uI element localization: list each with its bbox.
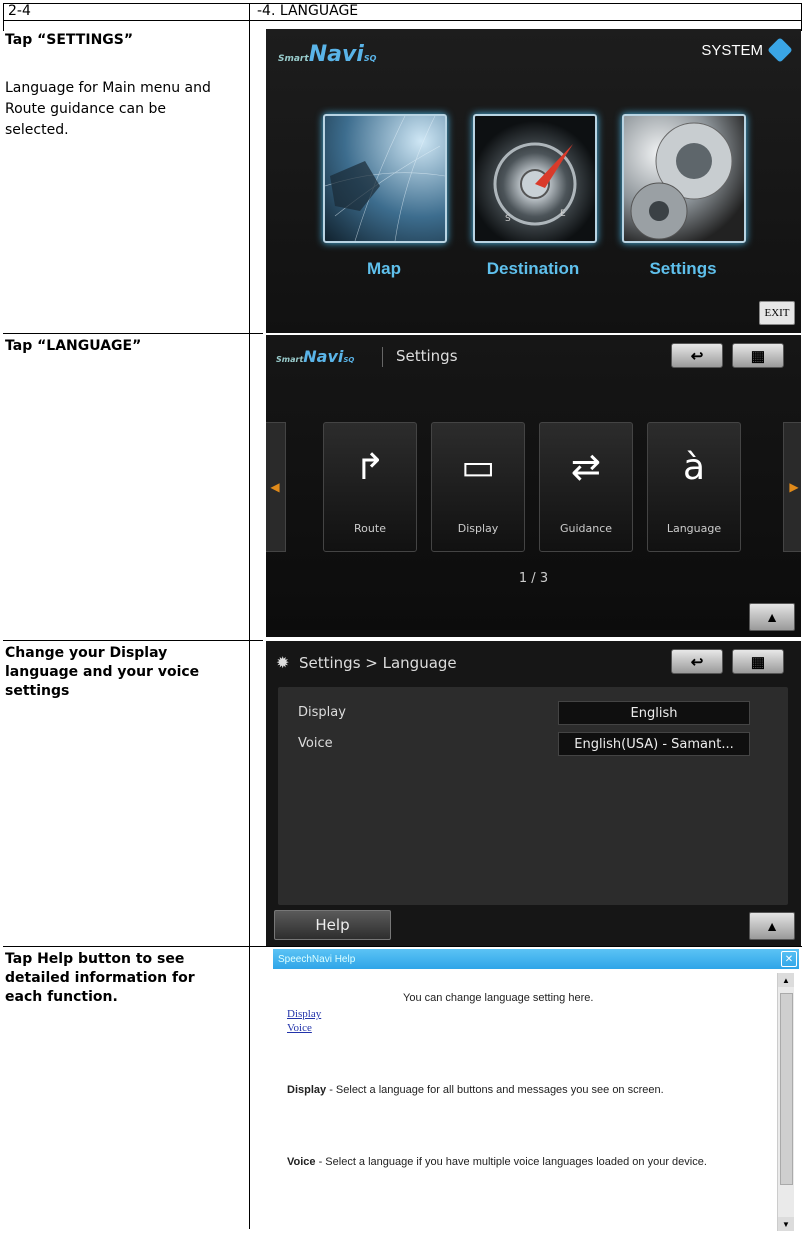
- step-title: Tap Help button to see detailed informat…: [5, 951, 195, 1005]
- display-help-text: Display - Select a language for all butt…: [287, 1084, 664, 1096]
- back-icon: ↩: [690, 347, 704, 365]
- gear-icon: [630, 122, 733, 240]
- compass-icon: SE: [493, 142, 577, 226]
- help-button[interactable]: Help: [274, 910, 391, 940]
- header-divider: [382, 347, 383, 367]
- smartnavi-logo: SmartNaviSQ: [276, 347, 355, 366]
- close-icon: ✕: [784, 953, 794, 965]
- table-border-left: [3, 3, 4, 31]
- page-indicator: 1 / 3: [518, 571, 549, 586]
- settings-screen: SmartNaviSQ Settings ↩ ▦ ◀ ↱ Route ▭ Displ…: [266, 335, 801, 637]
- chevron-left-icon: ◀: [270, 480, 280, 494]
- help-intro: You can change language setting here.: [403, 992, 594, 1004]
- display-language-select[interactable]: English: [558, 701, 750, 725]
- card-label: Language: [666, 522, 722, 535]
- settings-panel: Display English Voice English(USA) - Sam…: [278, 687, 788, 905]
- menu-button[interactable]: ▦: [732, 649, 784, 674]
- voice-link[interactable]: Voice: [287, 1022, 312, 1034]
- step-title: Tap “LANGUAGE”: [5, 338, 142, 354]
- system-button[interactable]: SYSTEM: [701, 37, 793, 63]
- step-2: Tap “LANGUAGE”: [5, 337, 230, 356]
- route-icon: ↱: [354, 447, 386, 488]
- chevron-right-icon: ▶: [789, 480, 799, 494]
- row-divider: [3, 946, 802, 947]
- arrow-down-icon: ▼: [782, 1219, 790, 1229]
- guidance-card[interactable]: ⇄ Guidance: [539, 422, 633, 552]
- back-button[interactable]: ↩: [671, 649, 723, 674]
- arrow-up-icon: ▲: [765, 918, 779, 934]
- step-title: Tap “SETTINGS”: [5, 32, 134, 48]
- window-titlebar: SpeechNavi Help: [273, 949, 799, 969]
- language-settings-screen: ✹ Settings > Language ↩ ▦ Display Englis…: [266, 641, 801, 946]
- window-title: SpeechNavi Help: [278, 953, 356, 965]
- smartnavi-logo: SmartNaviSQ: [278, 42, 377, 67]
- scrollbar[interactable]: ▲ ▼: [777, 973, 794, 1231]
- step-1: Tap “SETTINGS” Language for Main menu an…: [5, 31, 230, 141]
- gear-icon: ✹: [276, 655, 290, 672]
- destination-label: Destination: [486, 259, 580, 278]
- step-description: Language for Main menu and Route guidanc…: [5, 80, 211, 138]
- back-icon: ↩: [690, 653, 704, 671]
- globe-icon: [325, 116, 445, 241]
- section-title: -4. LANGUAGE: [257, 3, 359, 19]
- destination-tile[interactable]: SE: [473, 114, 597, 243]
- row-divider: [3, 640, 263, 641]
- svg-text:E: E: [560, 209, 566, 219]
- grid-icon: ▦: [750, 653, 766, 671]
- up-button[interactable]: ▲: [749, 912, 795, 940]
- svg-text:S: S: [505, 214, 511, 224]
- arrow-up-icon: ▲: [765, 609, 779, 625]
- prev-page-button[interactable]: ◀: [266, 422, 286, 552]
- page-title: Settings: [396, 347, 458, 365]
- route-card[interactable]: ↱ Route: [323, 422, 417, 552]
- map-tile[interactable]: [323, 114, 447, 243]
- step-title: Change your Display language and your vo…: [5, 645, 200, 699]
- table-border-right: [801, 3, 802, 31]
- scroll-down-arrow[interactable]: ▼: [778, 1217, 794, 1231]
- system-icon: [767, 37, 793, 63]
- language-icon: à: [682, 447, 706, 488]
- system-label: SYSTEM: [701, 41, 763, 59]
- scroll-up-arrow[interactable]: ▲: [778, 973, 794, 987]
- settings-label: Settings: [649, 259, 717, 278]
- display-card[interactable]: ▭ Display: [431, 422, 525, 552]
- row-divider: [3, 333, 263, 334]
- display-link[interactable]: Display: [287, 1008, 321, 1020]
- page-title: Settings > Language: [299, 654, 457, 672]
- card-label: Route: [354, 522, 386, 535]
- monitor-icon: ▭: [460, 447, 495, 488]
- map-label: Map: [367, 259, 401, 278]
- exit-button[interactable]: EXIT: [759, 301, 795, 325]
- voice-help-text: Voice - Select a language if you have mu…: [287, 1156, 707, 1168]
- signpost-icon: ⇄: [570, 447, 602, 488]
- display-label: Display: [298, 705, 346, 720]
- settings-tile[interactable]: [622, 114, 746, 243]
- section-number: 2-4: [8, 3, 31, 19]
- card-label: Display: [457, 522, 499, 535]
- main-menu-screen: SmartNaviSQ SYSTEM SE Map Destination Se…: [266, 29, 801, 333]
- table-header-divider: [3, 20, 802, 21]
- up-button[interactable]: ▲: [749, 603, 795, 631]
- help-window: SpeechNavi Help ✕ You can change languag…: [273, 949, 799, 1234]
- voice-language-select[interactable]: English(USA) - Samant...: [558, 732, 750, 756]
- voice-label: Voice: [298, 736, 333, 751]
- table-column-divider: [249, 3, 250, 1229]
- close-button[interactable]: ✕: [781, 951, 797, 967]
- grid-icon: ▦: [750, 347, 766, 365]
- card-label: Guidance: [559, 522, 613, 535]
- scroll-thumb[interactable]: [780, 993, 793, 1185]
- step-3: Change your Display language and your vo…: [5, 644, 230, 701]
- step-4: Tap Help button to see detailed informat…: [5, 950, 230, 1007]
- back-button[interactable]: ↩: [671, 343, 723, 368]
- arrow-up-icon: ▲: [782, 975, 790, 985]
- table-border-top: [3, 3, 802, 4]
- language-card[interactable]: à Language: [647, 422, 741, 552]
- menu-button[interactable]: ▦: [732, 343, 784, 368]
- next-page-button[interactable]: ▶: [783, 422, 801, 552]
